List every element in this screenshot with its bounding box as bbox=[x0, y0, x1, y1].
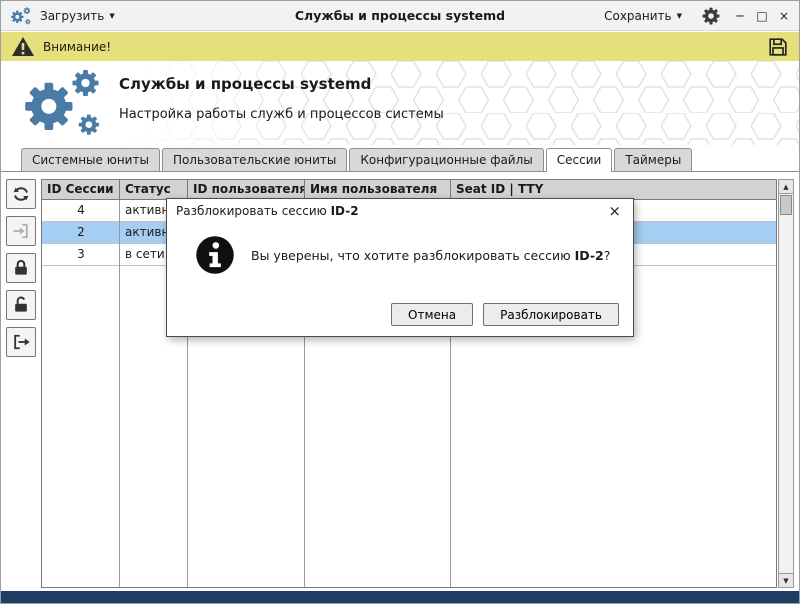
scroll-down-button[interactable]: ▼ bbox=[779, 573, 793, 587]
dialog-message-suffix: ? bbox=[604, 248, 611, 263]
refresh-icon bbox=[11, 184, 31, 204]
cell-session-id: 4 bbox=[42, 200, 120, 221]
floppy-disk-icon bbox=[767, 36, 789, 58]
status-strip bbox=[1, 591, 799, 603]
tab-sessions[interactable]: Сессии bbox=[546, 148, 613, 172]
terminate-session-button[interactable] bbox=[6, 327, 36, 357]
load-menu-label: Загрузить bbox=[40, 9, 104, 23]
save-menu-label: Сохранить bbox=[604, 9, 672, 23]
window-title: Службы и процессы systemd bbox=[161, 8, 639, 23]
dialog-message-session-id: ID-2 bbox=[575, 248, 604, 263]
save-menu-button[interactable]: Сохранить ▼ bbox=[597, 6, 689, 26]
open-padlock-icon bbox=[11, 295, 31, 315]
chevron-down-icon: ▼ bbox=[109, 12, 114, 20]
tab-system-units[interactable]: Системные юниты bbox=[21, 148, 160, 171]
column-header-seat-tty[interactable]: Seat ID | TTY bbox=[451, 180, 776, 199]
tab-bar: Системные юниты Пользовательские юниты К… bbox=[1, 145, 799, 172]
logout-arrow-icon bbox=[11, 332, 31, 352]
hexagon-pattern-background bbox=[121, 61, 799, 145]
dialog-body: Вы уверены, что хотите разблокировать се… bbox=[167, 223, 633, 275]
page-header: Службы и процессы systemd Настройка рабо… bbox=[1, 61, 799, 145]
cell-session-id: 2 bbox=[42, 222, 120, 243]
dialog-titlebar: Разблокировать сессию ID-2 × bbox=[167, 199, 633, 223]
window-controls: ─ □ × bbox=[733, 9, 791, 23]
chevron-down-icon: ▼ bbox=[677, 12, 682, 20]
close-button[interactable]: × bbox=[777, 9, 791, 23]
refresh-button[interactable] bbox=[6, 179, 36, 209]
activate-session-button[interactable] bbox=[6, 216, 36, 246]
dialog-message-text: Вы уверены, что хотите разблокировать се… bbox=[251, 248, 575, 263]
page-title: Службы и процессы systemd bbox=[119, 75, 371, 93]
tab-user-units[interactable]: Пользовательские юниты bbox=[162, 148, 347, 171]
vertical-scrollbar[interactable]: ▲ ▼ bbox=[778, 179, 794, 588]
dialog-title-text: Разблокировать сессию bbox=[176, 204, 331, 218]
save-to-file-button[interactable] bbox=[767, 36, 789, 58]
tab-timers[interactable]: Таймеры bbox=[614, 148, 692, 171]
column-divider bbox=[119, 200, 120, 587]
unlock-confirm-button[interactable]: Разблокировать bbox=[483, 303, 619, 326]
scrollbar-thumb[interactable] bbox=[780, 195, 792, 215]
unlock-session-button[interactable] bbox=[6, 290, 36, 320]
warning-message: Внимание! bbox=[43, 40, 111, 54]
gears-logo-icon bbox=[17, 63, 109, 143]
app-logo-gears-icon bbox=[9, 5, 33, 27]
titlebar: Загрузить ▼ Службы и процессы systemd Со… bbox=[1, 1, 799, 31]
unlock-session-dialog: Разблокировать сессию ID-2 × Вы уверены,… bbox=[166, 198, 634, 337]
restore-button[interactable]: □ bbox=[755, 9, 769, 23]
warning-bar: Внимание! bbox=[1, 32, 799, 61]
titlebar-right: Сохранить ▼ ─ □ × bbox=[597, 6, 791, 26]
table-header-row: ID Сессии Статус ID пользователя Имя пол… bbox=[42, 180, 776, 200]
column-header-status[interactable]: Статус bbox=[120, 180, 188, 199]
minimize-button[interactable]: ─ bbox=[733, 9, 747, 23]
info-circle-icon bbox=[195, 235, 235, 275]
column-header-user-name[interactable]: Имя пользователя bbox=[305, 180, 451, 199]
dialog-buttons: Отмена Разблокировать bbox=[391, 303, 619, 326]
column-header-user-id[interactable]: ID пользователя bbox=[188, 180, 305, 199]
settings-gear-icon[interactable] bbox=[701, 6, 721, 26]
lock-session-button[interactable] bbox=[6, 253, 36, 283]
closed-padlock-icon bbox=[11, 258, 31, 278]
dialog-title-session-id: ID-2 bbox=[331, 204, 359, 218]
dialog-title: Разблокировать сессию ID-2 bbox=[176, 204, 359, 218]
dialog-close-icon[interactable]: × bbox=[605, 204, 624, 219]
tab-config-files[interactable]: Конфигурационные файлы bbox=[349, 148, 543, 171]
cell-session-id: 3 bbox=[42, 244, 120, 265]
load-menu-button[interactable]: Загрузить ▼ bbox=[33, 6, 122, 26]
scroll-up-button[interactable]: ▲ bbox=[779, 180, 793, 194]
cancel-button[interactable]: Отмена bbox=[391, 303, 473, 326]
page-subtitle: Настройка работы служб и процессов систе… bbox=[119, 107, 444, 122]
dialog-message: Вы уверены, что хотите разблокировать се… bbox=[251, 235, 610, 263]
column-header-session-id[interactable]: ID Сессии bbox=[42, 180, 120, 199]
login-arrow-icon bbox=[11, 221, 31, 241]
session-toolbar bbox=[6, 179, 36, 357]
app-window: Загрузить ▼ Службы и процессы systemd Со… bbox=[0, 0, 800, 604]
warning-triangle-icon bbox=[11, 36, 35, 57]
